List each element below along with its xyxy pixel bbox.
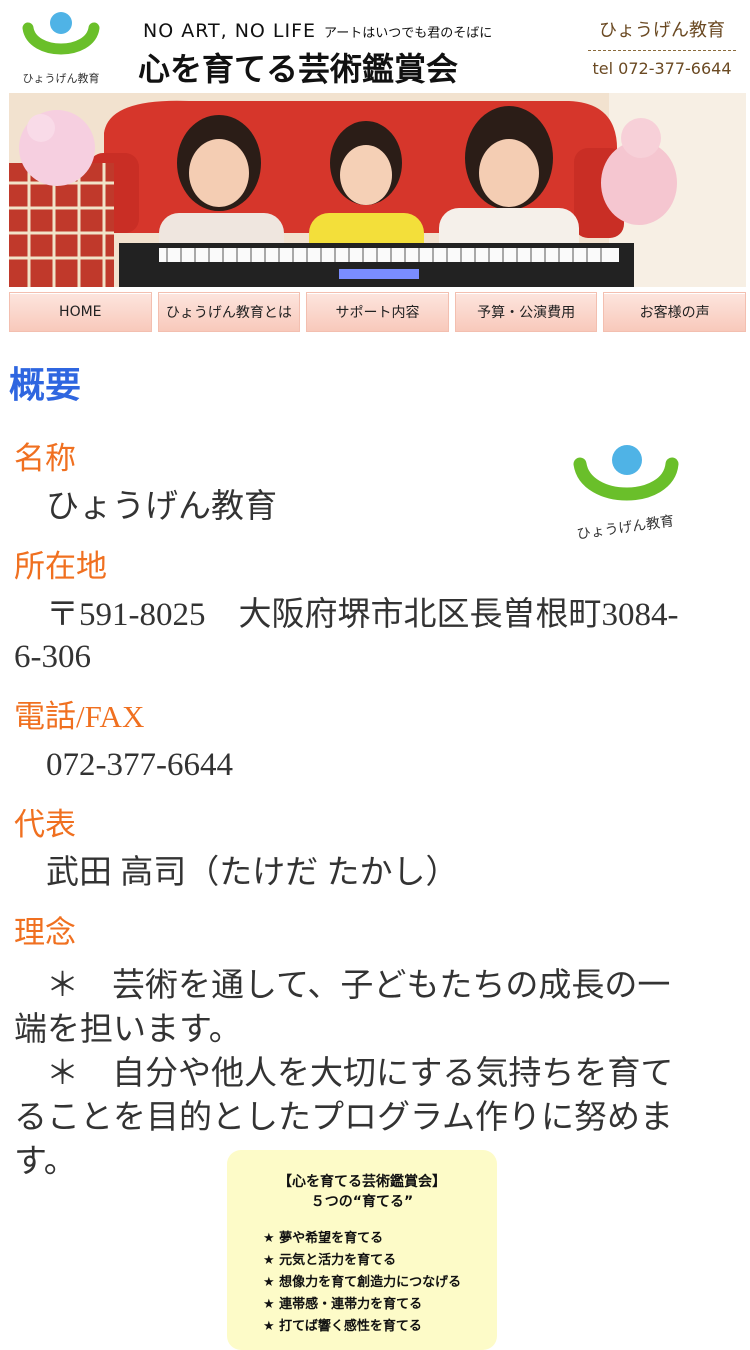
box-list: ★ 夢や希望を育てる ★ 元気と活力を育てる ★ 想像力を育て創造力につなげる … [263, 1228, 497, 1338]
box-title-line-1: 【心を育てる芸術鑑賞会】 [278, 1174, 446, 1190]
list-item: ★ 連帯感・連帯力を育てる [263, 1297, 423, 1312]
representative-value: 武田 高司（たけだ たかし） [46, 855, 459, 891]
tagline-main: NO ART, NO LIFE [143, 20, 317, 42]
box-title: 【心を育てる芸術鑑賞会】 ５つの“育てる” [227, 1172, 497, 1212]
nav-home[interactable]: HOME [9, 292, 152, 332]
five-nurtures-box: 【心を育てる芸術鑑賞会】 ５つの“育てる” ★ 夢や希望を育てる ★ 元気と活力… [227, 1150, 497, 1350]
list-item: ★ 夢や希望を育てる [263, 1231, 384, 1246]
site-title: 心を育てる芸術鑑賞会 [138, 50, 459, 88]
name-label: 名称 [14, 441, 76, 476]
hero-illustration [9, 93, 746, 287]
brand-divider [588, 50, 736, 51]
logo-lettering: ひょうげん教育 [23, 71, 100, 85]
address-value: 〒591-8025 大阪府堺市北区長曽根町3084-6-306 [14, 597, 679, 675]
nav-support[interactable]: サポート内容 [306, 292, 449, 332]
name-value: ひょうげん教育 [46, 489, 277, 525]
representative-label: 代表 [14, 807, 76, 842]
hero-image [9, 93, 746, 287]
tagline-sub: アートはいつでも君のそばに [324, 26, 493, 41]
main-nav: HOME ひょうげん教育とは サポート内容 予算・公演費用 お客様の声 [9, 292, 746, 332]
list-item: ★ 想像力を育て創造力につなげる [263, 1275, 462, 1290]
brand-tel[interactable]: tel 072-377-6644 [588, 59, 736, 78]
company-overview: 名称 ひょうげん教育 所在地 〒591-8025 大阪府堺市北区長曽根町3084… [14, 432, 694, 1184]
list-item: ★ 打てば響く感性を育てる [263, 1319, 422, 1334]
brand-block: ひょうげん教育 tel 072-377-6644 [588, 16, 736, 78]
phone-label: 電話/FAX [14, 699, 145, 734]
list-item: ★ 元気と活力を育てる [263, 1253, 397, 1268]
philosophy-item-1: ＊ 芸術を通して、子どもたちの成長の一端を担います。 [14, 968, 671, 1048]
nav-about[interactable]: ひょうげん教育とは [157, 292, 301, 332]
brand-name: ひょうげん教育 [599, 20, 725, 41]
address-label: 所在地 [14, 549, 107, 584]
nav-testimonials[interactable]: お客様の声 [603, 292, 746, 332]
box-title-line-2: ５つの“育てる” [310, 1194, 414, 1210]
nav-pricing[interactable]: 予算・公演費用 [454, 292, 598, 332]
philosophy-label: 理念 [14, 915, 76, 950]
tagline: NO ART, NO LIFE アートはいつでも君のそばに [143, 20, 492, 42]
hyougen-logo-icon[interactable]: ひょうげん教育 [20, 8, 102, 88]
site-header: ひょうげん教育 NO ART, NO LIFE アートはいつでも君のそばに 心を育… [0, 0, 750, 92]
phone-value[interactable]: 072-377-6644 [14, 744, 694, 786]
section-title: 概要 [9, 365, 82, 406]
